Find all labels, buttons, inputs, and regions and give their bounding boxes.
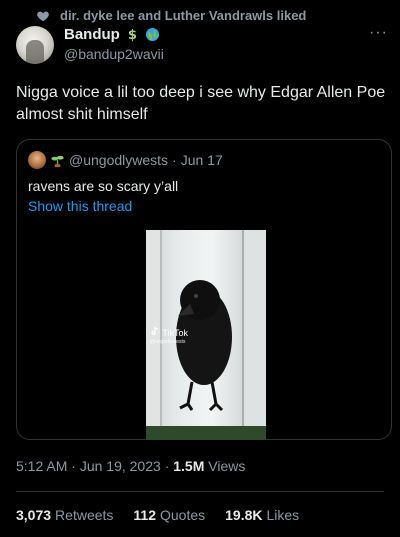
quoted-handle[interactable]: @ungodlywests: [69, 152, 168, 168]
tweet-meta: 5:12 AM · Jun 19, 2023 · 1.5M Views: [16, 458, 245, 474]
quoted-tweet[interactable]: @ungodlywests · Jun 17 ravens are so sca…: [16, 139, 392, 440]
author-handle[interactable]: @bandup2wavii: [64, 46, 164, 62]
meta-dot-2: ·: [164, 458, 170, 474]
more-options-button[interactable]: ···: [369, 25, 388, 41]
globe-icon: [145, 27, 159, 42]
views-count: 1.5M: [173, 458, 205, 474]
quoted-avatar-icon: [28, 151, 46, 169]
tweet-date[interactable]: Jun 19, 2023: [80, 458, 161, 474]
quoted-tweet-header: @ungodlywests · Jun 17: [28, 151, 223, 169]
plant-icon: [51, 155, 64, 167]
divider: [16, 491, 384, 492]
social-context: dir. dyke lee and Luther Vandrawls liked: [36, 8, 306, 23]
svg-text:$: $: [128, 28, 137, 42]
views-label: Views: [208, 458, 246, 474]
likes-stat[interactable]: 19.8K Likes: [225, 507, 299, 523]
author-display-name[interactable]: Bandup: [64, 26, 120, 43]
social-context-text[interactable]: dir. dyke lee and Luther Vandrawls liked: [60, 8, 306, 23]
engagement-stats: 3,073 Retweets 112 Quotes 19.8K Likes: [16, 507, 299, 523]
tweet-text: Nigga voice a lil too deep i see why Edg…: [16, 84, 386, 123]
author-avatar[interactable]: [16, 26, 54, 64]
meta-dot: ·: [71, 458, 76, 474]
door-frame-right: [242, 230, 266, 440]
author-info: Bandup $ @bandup2wavii: [64, 26, 164, 62]
tiktok-watermark: TikTok @ungodlywests: [150, 326, 188, 347]
quotes-stat[interactable]: 112 Quotes: [133, 507, 205, 523]
heart-icon: [37, 11, 49, 21]
tiktok-icon: [151, 326, 159, 336]
retweets-stat[interactable]: 3,073 Retweets: [16, 507, 113, 523]
tweet-time[interactable]: 5:12 AM: [16, 458, 67, 474]
raven-image: [176, 280, 232, 412]
show-thread-link[interactable]: Show this thread: [28, 198, 132, 214]
floor: [146, 426, 266, 440]
dollar-sign-icon: $: [128, 28, 137, 42]
tiktok-handle: @ungodlywests: [150, 339, 186, 345]
tiktok-label: TikTok: [162, 328, 189, 338]
quoted-text: ravens are so scary y’all: [28, 178, 179, 194]
quoted-date[interactable]: Jun 17: [181, 152, 223, 168]
quoted-separator: ·: [172, 152, 177, 168]
quoted-video[interactable]: TikTok @ungodlywests: [146, 230, 266, 440]
